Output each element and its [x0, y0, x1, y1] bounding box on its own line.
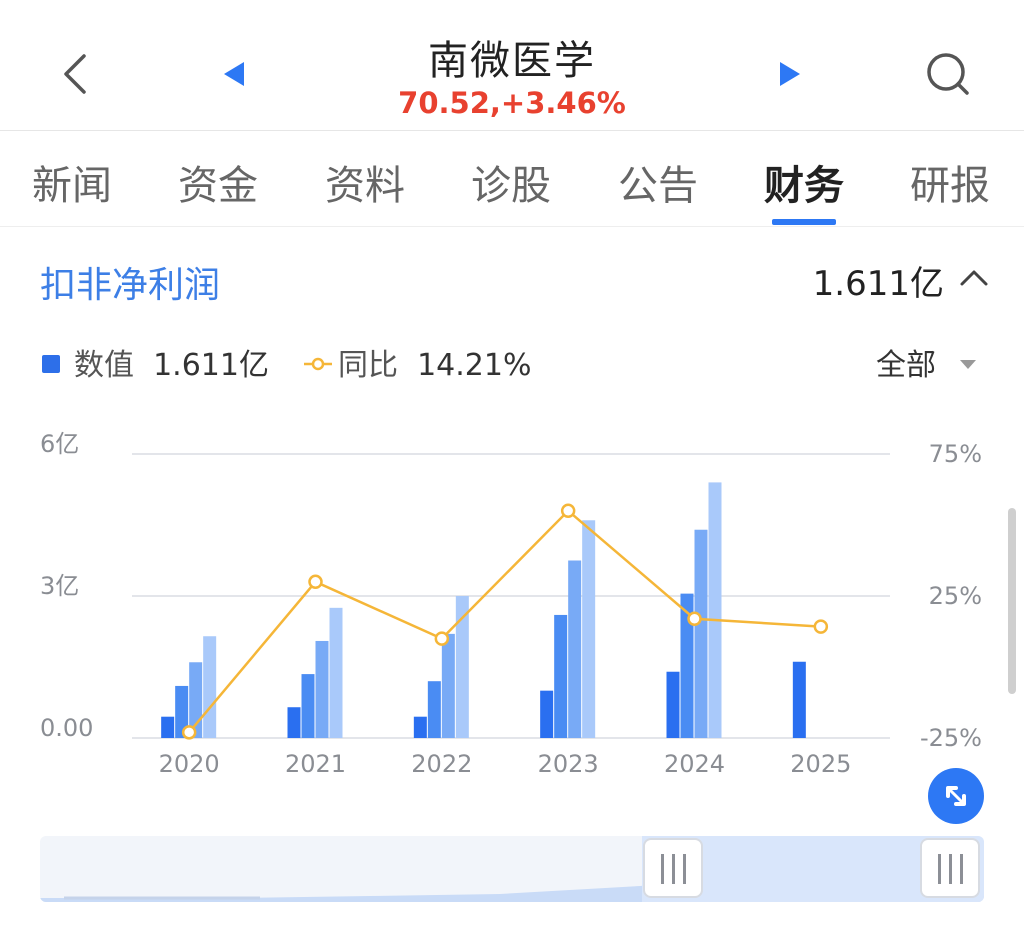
search-icon — [927, 53, 969, 95]
active-tab-indicator — [772, 219, 836, 225]
bar-legend-swatch — [42, 354, 60, 373]
vertical-scrollbar[interactable] — [1008, 508, 1016, 694]
bar — [329, 607, 343, 738]
y-left-tick-label: 0.00 — [40, 714, 93, 742]
chevron-left-icon — [64, 54, 86, 94]
slider-left-handle[interactable] — [643, 838, 703, 898]
legend-yoy-label: 同比 — [338, 348, 398, 383]
collapse-button[interactable] — [956, 262, 992, 292]
x-tick-label: 2025 — [790, 750, 851, 778]
range-dropdown[interactable]: 全部 — [876, 340, 980, 384]
y-left-tick-label: 6亿 — [40, 430, 79, 458]
next-stock-button[interactable] — [770, 54, 810, 94]
bar — [203, 636, 217, 738]
yoy-line — [188, 509, 821, 734]
bar — [554, 614, 568, 738]
x-tick-label: 2022 — [411, 750, 472, 778]
triangle-left-icon — [224, 62, 244, 86]
tab-finance[interactable]: 财务 — [764, 153, 844, 211]
section-title[interactable]: 扣非净利润 — [40, 256, 220, 308]
tab-bar: 新闻 资金 资料 诊股 公告 财务 研报 — [0, 131, 1024, 227]
legend-yoy: 同比 14.21% — [304, 340, 531, 384]
fullscreen-button[interactable] — [928, 768, 984, 824]
yoy-point — [560, 503, 576, 519]
x-tick-label: 2020 — [159, 750, 220, 778]
tab-news[interactable]: 新闻 — [32, 153, 112, 211]
legend-value: 数值 1.611亿 — [42, 340, 269, 384]
stock-title: 南微医学 — [428, 38, 596, 84]
bar — [582, 520, 596, 738]
tab-announcements[interactable]: 公告 — [618, 153, 698, 211]
bar — [301, 674, 315, 738]
y-left-tick-label: 3亿 — [40, 572, 79, 600]
bar — [792, 661, 806, 738]
search-button[interactable] — [920, 46, 976, 102]
tab-profile[interactable]: 资料 — [325, 153, 405, 211]
bar — [708, 482, 722, 738]
previous-stock-button[interactable] — [214, 54, 254, 94]
y-right-tick-label: -25% — [920, 724, 982, 752]
x-tick-label: 2023 — [538, 750, 599, 778]
tab-research[interactable]: 研报 — [910, 153, 990, 211]
yoy-point — [434, 631, 450, 646]
chevron-up-icon — [960, 270, 988, 286]
x-tick-label: 2021 — [285, 750, 346, 778]
bar — [540, 690, 554, 738]
bar — [315, 640, 329, 738]
yoy-point — [308, 574, 323, 590]
bar — [666, 671, 680, 738]
triangle-down-icon — [959, 359, 976, 369]
bar — [161, 716, 175, 738]
slider-right-handle[interactable] — [920, 838, 980, 898]
range-slider[interactable] — [40, 836, 984, 902]
section-value: 1.611亿 — [812, 264, 944, 304]
header: 南微医学 70.52,+3.46% — [0, 0, 1024, 131]
yoy-point — [181, 725, 197, 740]
yoy-point — [813, 619, 829, 634]
expand-icon — [946, 786, 966, 806]
yoy-point — [687, 611, 702, 626]
legend-value-label: 数值 — [74, 348, 134, 383]
legend-yoy-number: 14.21% — [417, 348, 532, 383]
bar — [427, 681, 441, 738]
tab-diagnosis[interactable]: 诊股 — [471, 153, 551, 211]
back-button[interactable] — [48, 46, 104, 102]
bar — [287, 707, 301, 738]
triangle-right-icon — [780, 62, 800, 86]
y-right-tick-label: 75% — [929, 440, 982, 468]
stock-price-change: 70.52,+3.46% — [398, 86, 626, 120]
tab-funds[interactable]: 资金 — [178, 153, 258, 211]
x-tick-label: 2024 — [664, 750, 725, 778]
bar — [568, 560, 582, 738]
bar — [441, 633, 455, 738]
range-dropdown-label: 全部 — [876, 348, 936, 383]
profit-chart[interactable]: 0.00 -25% 3亿 25% 6亿 75% 2020 2021 2022 2023 2024 20… — [0, 420, 1024, 780]
line-legend-marker — [304, 357, 332, 370]
legend-value-number: 1.611亿 — [153, 348, 269, 383]
bar — [694, 529, 708, 738]
y-right-tick-label: 25% — [929, 582, 982, 610]
bar — [413, 716, 427, 738]
